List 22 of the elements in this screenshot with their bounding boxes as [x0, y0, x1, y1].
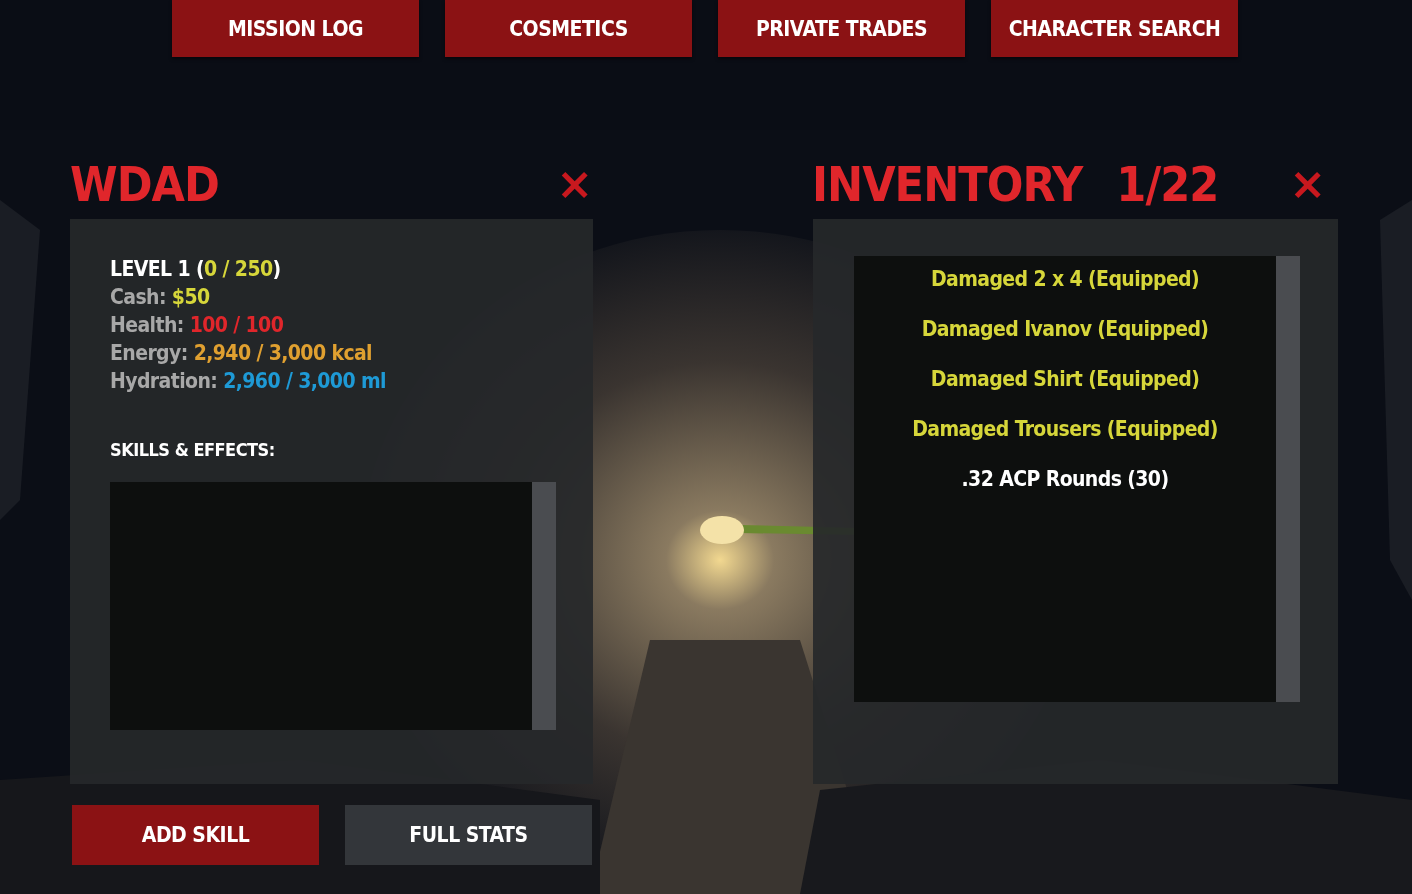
inventory-item[interactable]: Damaged Trousers (Equipped): [912, 414, 1218, 444]
nav-button[interactable]: CHARACTER SEARCH: [991, 0, 1238, 57]
inventory-item[interactable]: Damaged Ivanov (Equipped): [921, 314, 1209, 344]
scrollbar[interactable]: [1276, 256, 1300, 702]
panel-title: INVENTORY: [812, 156, 1083, 212]
stats-button[interactable]: FULL STATS: [345, 805, 592, 865]
stat-line: Health: 100 / 100: [110, 312, 284, 339]
nav-button[interactable]: PRIVATE TRADES: [718, 0, 965, 57]
nav-button[interactable]: MISSION LOG: [172, 0, 419, 57]
inventory-item[interactable]: .32 ACP Rounds (30): [961, 464, 1169, 494]
panel-title: WDAD: [70, 156, 219, 212]
stat-line: Cash: $50: [110, 284, 210, 311]
inventory-item[interactable]: Damaged 2 x 4 (Equipped): [930, 264, 1200, 294]
stat-line: Energy: 2,940 / 3,000 kcal: [110, 340, 372, 367]
item-count: 1/22: [1116, 156, 1219, 212]
stat-line: Hydration: 2,960 / 3,000 ml: [110, 368, 386, 395]
stat-line: LEVEL 1 (0 / 250): [110, 256, 281, 283]
add-button[interactable]: ADD SKILL: [72, 805, 319, 865]
nav-button[interactable]: COSMETICS: [445, 0, 692, 57]
section-label: SKILLS & EFFECTS:: [110, 439, 275, 460]
inventory-item[interactable]: Damaged Shirt (Equipped): [930, 364, 1200, 394]
scrollbar[interactable]: [532, 482, 556, 730]
